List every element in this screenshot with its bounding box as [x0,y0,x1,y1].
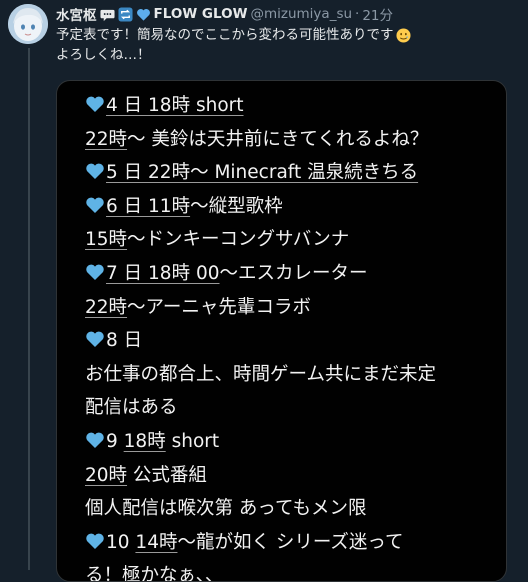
tweet-text-line1: 予定表です！簡易なのでここから変わる可能性ありです [56,27,394,43]
schedule-line: 6 日 11時〜縦型歌枠 [85,190,505,224]
avatar[interactable] [8,4,48,44]
tweet-text: 予定表です！簡易なのでここから変わる可能性ありです よろしくね…！ [56,25,516,65]
schedule-line: 20時 公式番組 [85,464,207,486]
schedule-line: 5 日 22時〜 Minecraft 温泉続きちる [85,156,505,190]
badge-text: FLOW GLOW [153,6,248,22]
tweet-text-line2: よろしくね…！ [56,47,151,63]
schedule-line: 22時〜 美鈴は天井前にきてくれるよね？ [85,128,429,150]
schedule-line: る！極かなぁ、、 [85,565,224,582]
light-blue-heart-icon [86,264,104,280]
blue-heart-icon [136,8,150,21]
timestamp[interactable]: 21分 [362,4,393,24]
light-blue-heart-icon [86,96,104,112]
schedule-line: 15時〜ドンキーコングサバンナ [85,229,350,251]
thread-line [28,48,30,570]
light-blue-heart-icon [86,331,104,348]
light-blue-heart-icon [86,533,104,549]
attached-image[interactable]: 4 日 18時 short 22時〜 美鈴は天井前にきてくれるよね？ 5 日 2… [56,80,507,582]
smiling-tear-emoji-icon [395,27,411,43]
separator: · [355,6,360,22]
tweet-header: 水宮枢 FLOW GLOW @mizumiya_su · 21分 [56,4,393,24]
schedule-line: 個人配信は喉次第 あってもメン限 [85,498,367,520]
light-blue-heart-icon [86,197,104,213]
light-blue-heart-icon [86,432,104,448]
schedule-line: 22時〜アーニャ先輩コラボ [85,296,311,318]
author-handle[interactable]: @mizumiya_su [250,6,352,22]
schedule-line: 4 日 18時 short [85,89,505,123]
light-blue-heart-icon [86,163,104,180]
schedule-text: 4 日 18時 short 22時〜 美鈴は天井前にきてくれるよね？ 5 日 2… [85,89,505,582]
schedule-line: 9 18時 short [85,425,505,459]
author-name[interactable]: 水宮枢 [56,4,97,24]
schedule-line: 配信はある [85,397,178,419]
schedule-line: お仕事の都合上、時間ゲーム共にまだ未定 [85,363,436,385]
speech-bubble-icon [99,9,115,21]
schedule-line: 10 14時〜龍が如く シリーズ迷って [85,526,505,560]
schedule-line: 7 日 18時 00〜エスカレーター [85,257,505,291]
schedule-line: 8 日 [85,324,505,358]
retweet-icon [117,6,133,22]
